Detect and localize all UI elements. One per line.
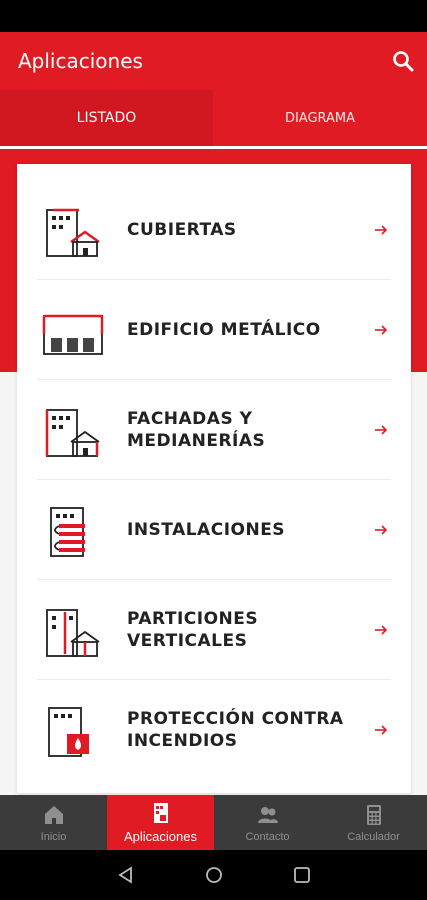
tab-diagrama[interactable]: DIAGRAMA <box>213 90 427 146</box>
nav-inicio[interactable]: Inicio <box>0 795 107 850</box>
bottom-navigation: Inicio Aplicaciones Contacto Calculador <box>0 795 427 850</box>
metal-building-icon <box>42 314 104 355</box>
arrow-right-icon <box>375 225 388 235</box>
nav-contacto[interactable]: Contacto <box>214 795 321 850</box>
list-item-cubiertas[interactable]: CUBIERTAS <box>17 180 411 280</box>
arrow-right-icon <box>375 525 388 535</box>
list-item-fachadas[interactable]: FACHADAS Y MEDIANERÍAS <box>17 380 411 480</box>
list-item-edificio-metalico[interactable]: EDIFICIO METÁLICO <box>17 280 411 380</box>
back-icon[interactable] <box>116 865 136 885</box>
vertical-partition-icon <box>46 609 100 657</box>
applications-list: CUBIERTAS EDIFICIO METÁLICO FACHADAS Y M… <box>17 164 411 793</box>
facade-icon <box>45 409 100 457</box>
list-item-instalaciones[interactable]: INSTALACIONES <box>17 480 411 580</box>
list-item-label: FACHADAS Y MEDIANERÍAS <box>127 409 266 451</box>
list-item-label: CUBIERTAS <box>127 220 237 240</box>
nav-label: Aplicaciones <box>124 829 197 844</box>
nav-label: Inicio <box>40 830 67 843</box>
page-title: Aplicaciones <box>18 49 143 73</box>
list-item-proteccion-incendios[interactable]: PROTECCIÓN CONTRA INCENDIOS <box>17 680 411 780</box>
arrow-right-icon <box>375 625 388 635</box>
building-roof-icon <box>46 208 100 257</box>
system-navigation-bar <box>0 850 427 900</box>
recents-icon[interactable] <box>292 865 312 885</box>
contact-icon <box>257 806 278 823</box>
tab-bar: LISTADO DIAGRAMA <box>0 90 427 146</box>
status-bar <box>0 0 427 32</box>
fire-protection-icon <box>48 707 89 757</box>
search-icon[interactable] <box>391 49 415 73</box>
installations-icon <box>50 507 85 557</box>
arrow-right-icon <box>375 425 388 435</box>
home-icon <box>44 805 63 824</box>
app-bar: Aplicaciones <box>0 32 427 90</box>
arrow-right-icon <box>375 325 388 335</box>
list-item-particiones[interactable]: PARTICIONES VERTICALES <box>17 580 411 680</box>
nav-label: Contacto <box>245 830 290 843</box>
nav-label: Calculador <box>347 830 400 843</box>
nav-calculador[interactable]: Calculador <box>320 795 427 850</box>
applications-icon <box>153 803 168 823</box>
tab-listado[interactable]: LISTADO <box>0 90 213 146</box>
list-item-label: EDIFICIO METÁLICO <box>127 320 321 340</box>
home-circle-icon[interactable] <box>204 865 224 885</box>
arrow-right-icon <box>375 725 388 735</box>
calculator-icon <box>366 804 381 825</box>
list-item-label: PARTICIONES VERTICALES <box>127 609 259 651</box>
list-item-label: PROTECCIÓN CONTRA INCENDIOS <box>127 709 344 751</box>
list-item-label: INSTALACIONES <box>127 520 286 540</box>
nav-aplicaciones[interactable]: Aplicaciones <box>107 795 214 850</box>
